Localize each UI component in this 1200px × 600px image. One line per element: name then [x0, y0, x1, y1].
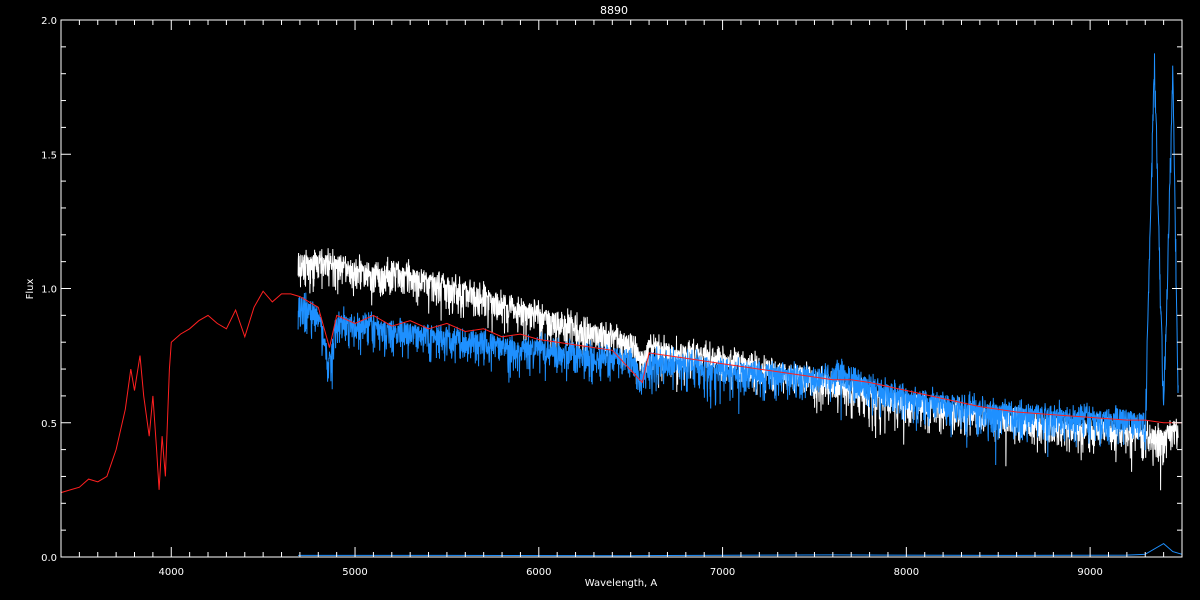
- y-axis-label: Flux: [25, 279, 36, 300]
- x-tick-label: 5000: [342, 567, 367, 578]
- y-tick-label: 1.5: [41, 150, 57, 161]
- spectrum-chart: 8890 4000 5000 6000 7000 8000 9000 0.0 0.5 1.0 1.…: [0, 0, 1200, 600]
- x-tick-label: 8000: [894, 567, 919, 578]
- x-tick-label: 6000: [526, 567, 551, 578]
- y-tick-label: 0.5: [41, 419, 57, 430]
- chart-background: [0, 0, 1200, 600]
- x-axis-label: Wavelength, A: [585, 578, 658, 589]
- x-tick-label: 9000: [1077, 567, 1102, 578]
- x-tick-label: 4000: [159, 567, 184, 578]
- y-tick-label: 2.0: [41, 16, 57, 27]
- x-tick-label: 7000: [710, 567, 735, 578]
- chart-title: 8890: [600, 4, 628, 17]
- y-tick-label: 0.0: [41, 553, 57, 564]
- y-tick-label: 1.0: [41, 285, 57, 296]
